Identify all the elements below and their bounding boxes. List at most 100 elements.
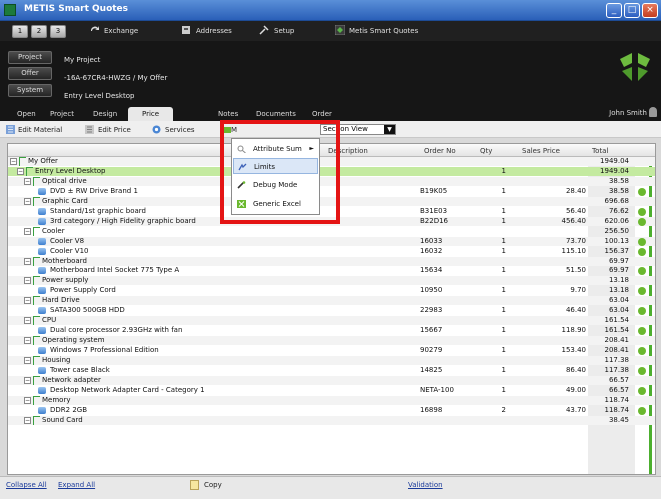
tab-notes[interactable]: Notes (218, 110, 238, 118)
chevron-down-icon[interactable]: ▼ (384, 125, 395, 134)
close-button[interactable]: × (642, 3, 658, 18)
column-total[interactable]: Total (592, 147, 608, 155)
table-row[interactable]: − CPU 161.54 (8, 316, 655, 326)
table-row[interactable]: Windows 7 Professional Edition 90279 1 153.… (8, 346, 655, 356)
table-row[interactable]: Dual core processor 2.93GHz with fan 1566… (8, 326, 655, 336)
table-row[interactable]: Power Supply Cord 10950 1 9.70 13.18 (8, 286, 655, 296)
item-icon (38, 207, 46, 215)
check-icon (638, 267, 646, 276)
cell-description: CPU (42, 316, 57, 325)
project-button[interactable]: Project (8, 51, 52, 64)
cell-total: 208.41 (604, 336, 630, 345)
tab-documents[interactable]: Documents (256, 110, 296, 118)
collapse-toggle[interactable]: − (24, 277, 31, 285)
workspace-tab-1[interactable]: 1 (12, 25, 28, 38)
column-qty[interactable]: Qty (480, 147, 492, 155)
item-icon (38, 386, 46, 394)
table-row[interactable]: − Operating system 208.41 (8, 336, 655, 346)
cell-description: Network adapter (42, 375, 101, 384)
table-row[interactable]: Tower case Black 14825 1 86.40 117.38 (8, 366, 655, 375)
metis-smart-quotes-button[interactable]: Metis Smart Quotes (349, 27, 418, 35)
cell-total: 1949.04 (600, 166, 629, 175)
app-icon (4, 4, 16, 16)
folder-icon (33, 276, 40, 286)
validation-link[interactable]: Validation (408, 481, 443, 489)
copy-icon (190, 480, 199, 490)
table-row[interactable]: − Housing 117.38 (8, 356, 655, 365)
column-sales-price[interactable]: Sales Price (522, 147, 560, 155)
workspace-tab-3[interactable]: 3 (50, 25, 66, 38)
collapse-toggle[interactable]: − (24, 297, 31, 305)
cell-sales-price: 118.90 (561, 326, 587, 335)
cell-description: Cooler V8 (50, 236, 85, 245)
exchange-icon (90, 26, 99, 31)
services-button[interactable]: Services (165, 126, 195, 134)
collapse-toggle[interactable]: − (24, 396, 31, 404)
addresses-button[interactable]: Addresses (196, 27, 232, 35)
table-row[interactable]: Cooler V10 16032 1 115.10 156.37 (8, 247, 655, 256)
cell-order-no: 16032 (420, 246, 443, 255)
cell-sales-price: 456.40 (561, 216, 587, 225)
tab-open[interactable]: Open (17, 110, 36, 118)
workspace-tab-2[interactable]: 2 (31, 25, 47, 38)
cell-total: 63.04 (608, 296, 629, 305)
check-icon (638, 287, 646, 296)
cell-order-no: B22D16 (420, 216, 449, 225)
item-icon (38, 237, 46, 245)
setup-button[interactable]: Setup (274, 27, 294, 35)
table-row[interactable]: − Power supply 13.18 (8, 276, 655, 286)
check-icon (638, 217, 646, 226)
exchange-button[interactable]: Exchange (104, 27, 138, 35)
cell-qty: 1 (501, 206, 506, 215)
window-title: METIS Smart Quotes (24, 4, 129, 14)
item-icon (38, 307, 46, 315)
tab-price[interactable]: Price (128, 107, 174, 121)
table-row[interactable]: DDR2 2GB 16898 2 43.70 118.74 (8, 406, 655, 415)
collapse-toggle[interactable]: − (24, 337, 31, 345)
collapse-toggle[interactable]: − (24, 197, 31, 205)
cell-sales-price: 9.70 (570, 286, 586, 295)
minimize-button[interactable]: _ (606, 3, 622, 18)
collapse-all-link[interactable]: Collapse All (6, 481, 47, 489)
collapse-toggle[interactable]: − (24, 317, 31, 325)
collapse-toggle[interactable]: − (24, 177, 31, 185)
collapse-toggle[interactable]: − (24, 416, 31, 424)
collapse-toggle[interactable]: − (10, 158, 17, 165)
collapse-toggle[interactable]: − (24, 257, 31, 265)
table-row[interactable]: − Memory 118.74 (8, 395, 655, 405)
table-row[interactable]: Desktop Network Adapter Card - Category … (8, 386, 655, 395)
cell-description: Dual core processor 2.93GHz with fan (50, 326, 183, 335)
item-icon (38, 327, 46, 335)
table-row[interactable]: − Motherboard 69.97 (8, 256, 655, 266)
collapse-toggle[interactable]: − (24, 357, 31, 364)
cell-qty: 1 (501, 236, 506, 245)
offer-button[interactable]: Offer (8, 67, 52, 80)
tab-order[interactable]: Order (312, 110, 332, 118)
maximize-button[interactable]: □ (624, 3, 640, 18)
check-icon (638, 386, 646, 395)
tab-project[interactable]: Project (50, 110, 74, 118)
collapse-toggle[interactable]: − (24, 227, 31, 235)
cell-qty: 1 (501, 326, 506, 335)
expand-all-link[interactable]: Expand All (58, 481, 95, 489)
edit-price-button[interactable]: Edit Price (98, 126, 131, 134)
item-icon (38, 366, 46, 374)
edit-material-button[interactable]: Edit Material (18, 126, 62, 134)
tab-design[interactable]: Design (93, 110, 117, 118)
table-row[interactable]: Cooler V8 16033 1 73.70 100.13 (8, 236, 655, 246)
table-row[interactable]: − Network adapter 66.57 (8, 375, 655, 385)
table-row[interactable]: − Hard Drive 63.04 (8, 296, 655, 306)
collapse-toggle[interactable]: − (24, 376, 31, 384)
table-row[interactable]: Motherboard Intel Socket 775 Type A 15634… (8, 266, 655, 276)
table-row[interactable]: − Sound Card 38.45 (8, 415, 655, 425)
project-value: My Project (64, 56, 101, 64)
column-order-no[interactable]: Order No (424, 147, 456, 155)
cell-order-no: 16033 (420, 236, 443, 245)
cell-sales-price: 56.40 (565, 206, 586, 215)
table-row[interactable]: SATA300 500GB HDD 22983 1 46.40 63.04 (8, 306, 655, 316)
system-button[interactable]: System (8, 84, 52, 97)
cell-total: 161.54 (604, 326, 630, 335)
table-row[interactable]: − Cooler 256.50 (8, 226, 655, 236)
copy-button[interactable]: Copy (204, 481, 222, 489)
collapse-toggle[interactable]: − (17, 167, 24, 175)
